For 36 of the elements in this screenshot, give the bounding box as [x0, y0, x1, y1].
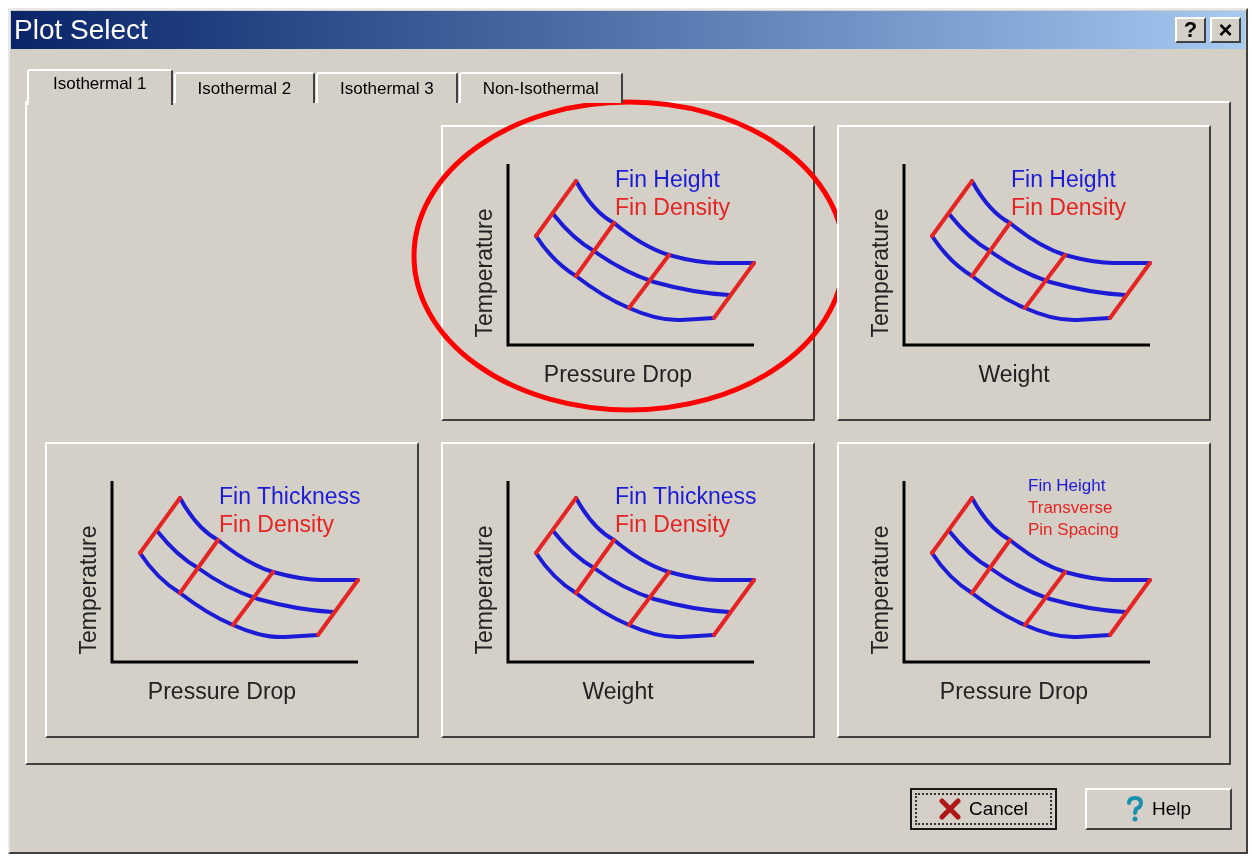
- axis-label: Temperature: [868, 208, 892, 338]
- tab[interactable]: Isothermal 3: [316, 72, 458, 103]
- axis-label: Pressure Drop: [543, 363, 693, 386]
- axis-label: Temperature: [472, 208, 496, 338]
- plot-button[interactable]: Fin Thickness Fin Density Temperature Weight: [441, 442, 815, 738]
- window-title: Plot Select: [14, 16, 148, 44]
- legend-label: Fin Density: [615, 193, 731, 221]
- legend-label: Fin Height: [1028, 475, 1107, 497]
- close-button[interactable]: ×: [1210, 17, 1241, 43]
- cancel-button[interactable]: Cancel: [910, 788, 1057, 830]
- legend-label: Fin Thickness: [615, 482, 757, 510]
- axis-label: Pressure Drop: [147, 680, 297, 703]
- axis-label: Pressure Drop: [939, 680, 1089, 703]
- legend-label: Fin Density: [219, 510, 336, 538]
- plot-button[interactable]: Fin Height Fin Density Temperature Weight: [837, 125, 1211, 421]
- help-button[interactable]: ?: [1175, 17, 1206, 43]
- axis-label: Temperature: [868, 525, 892, 655]
- help-button[interactable]: Help: [1085, 788, 1232, 830]
- axis-label: Weight: [582, 680, 654, 703]
- tab[interactable]: Non-Isothermal: [458, 72, 623, 103]
- tab[interactable]: Isothermal 1: [27, 69, 173, 105]
- plot-button[interactable]: Fin Height Fin Density Temperature Pressure Drop: [441, 125, 815, 421]
- legend-label: Fin Density: [615, 510, 732, 538]
- tab[interactable]: Isothermal 2: [173, 72, 316, 103]
- legend-label: Fin Thickness: [219, 482, 361, 510]
- axis-label: Weight: [978, 363, 1050, 386]
- legend-label: Fin Density: [1011, 193, 1127, 221]
- plot-button[interactable]: Fin Thickness Fin Density Temperature Pressure Drop: [45, 442, 419, 738]
- legend-label: Transverse Pin Spacing: [1028, 497, 1120, 541]
- x-mark-icon: [938, 798, 961, 820]
- question-mark-icon: [1125, 796, 1144, 822]
- axis-label: Temperature: [472, 525, 496, 655]
- legend-label: Fin Height: [615, 165, 721, 193]
- plot-button[interactable]: Fin Height Transverse Pin Spacing Temperature Pressure Drop: [837, 442, 1211, 738]
- legend-label: Fin Height: [1011, 165, 1117, 193]
- axis-label: Temperature: [76, 525, 100, 655]
